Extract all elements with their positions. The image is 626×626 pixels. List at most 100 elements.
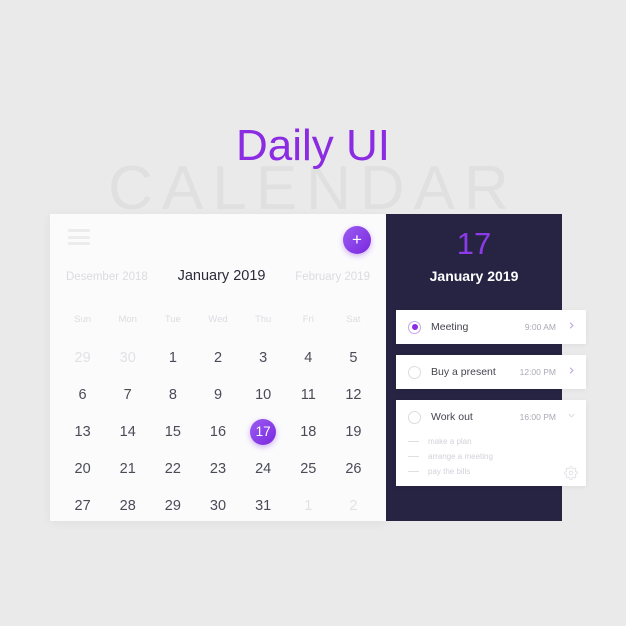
day-label: 28 xyxy=(119,497,136,514)
add-event-button[interactable]: + xyxy=(343,226,371,254)
day-cell-selected[interactable]: 17 xyxy=(241,413,286,450)
weekday-label-mon: Mon xyxy=(118,314,137,325)
day-cell[interactable]: 13 xyxy=(60,413,105,450)
day-cell[interactable]: 4 xyxy=(286,339,331,376)
day-cell[interactable]: 16 xyxy=(195,413,240,450)
day-cell[interactable]: 14 xyxy=(105,413,150,450)
detail-day-number: 17 xyxy=(456,226,492,261)
day-cell[interactable]: 29 xyxy=(150,487,195,524)
day-cell[interactable]: 7 xyxy=(105,376,150,413)
dash-icon xyxy=(408,441,419,442)
calendar-card: + Desember 2018 January 2019 February 20… xyxy=(50,214,386,521)
hamburger-line xyxy=(68,229,90,232)
subtask-label: make a plan xyxy=(428,437,472,446)
day-cell[interactable]: 2 xyxy=(331,487,376,524)
day-label: 22 xyxy=(164,460,181,477)
day-cell[interactable]: 6 xyxy=(60,376,105,413)
weekday-label-sat: Sat xyxy=(346,314,361,325)
day-label: 19 xyxy=(345,423,362,440)
weekday-header-row: Sun Mon Tue Wed Thu Fri Sat xyxy=(60,314,376,325)
event-card[interactable]: Work out 16:00 PM make a plan arrange a mee… xyxy=(396,400,586,486)
day-label: 1 xyxy=(304,497,313,514)
weekday-label-tue: Tue xyxy=(164,314,181,325)
day-cell[interactable]: 18 xyxy=(286,413,331,450)
event-row[interactable]: Work out 16:00 PM xyxy=(396,400,586,434)
day-cell[interactable]: 20 xyxy=(60,450,105,487)
subtask-item[interactable]: pay the bills xyxy=(408,464,586,479)
day-label: 6 xyxy=(78,386,87,403)
day-cell[interactable]: 30 xyxy=(195,487,240,524)
day-cell[interactable]: 3 xyxy=(241,339,286,376)
subtask-label: pay the bills xyxy=(428,467,471,476)
current-month-label: January 2019 xyxy=(177,268,266,284)
day-label: 13 xyxy=(74,423,91,440)
day-cell[interactable]: 22 xyxy=(150,450,195,487)
event-radio-unchecked[interactable] xyxy=(408,410,421,424)
day-cell[interactable]: 30 xyxy=(105,339,150,376)
subtask-list: make a plan arrange a meeting pay the bill… xyxy=(396,434,586,479)
day-cell[interactable]: 2 xyxy=(195,339,240,376)
chevron-right-icon[interactable] xyxy=(566,365,577,379)
day-cell[interactable]: 28 xyxy=(105,487,150,524)
chevron-down-icon[interactable] xyxy=(566,410,577,424)
hamburger-menu-icon[interactable] xyxy=(68,229,90,245)
day-label: 26 xyxy=(345,460,362,477)
day-cell[interactable]: 12 xyxy=(331,376,376,413)
day-label: 2 xyxy=(349,497,358,514)
event-time: 12:00 PM xyxy=(519,367,556,377)
day-label: 12 xyxy=(345,386,362,403)
event-radio-unchecked[interactable] xyxy=(408,365,421,379)
day-cell[interactable]: 5 xyxy=(331,339,376,376)
event-time: 16:00 PM xyxy=(519,412,556,422)
day-cell[interactable]: 31 xyxy=(241,487,286,524)
event-time: 9:00 AM xyxy=(524,322,556,332)
event-title: Buy a present xyxy=(431,366,496,378)
day-cell[interactable]: 19 xyxy=(331,413,376,450)
day-cell[interactable]: 21 xyxy=(105,450,150,487)
gear-icon[interactable] xyxy=(564,466,578,480)
event-radio-checked[interactable] xyxy=(408,320,421,334)
day-cell[interactable]: 9 xyxy=(195,376,240,413)
month-navigation: Desember 2018 January 2019 February 2019 xyxy=(50,268,386,284)
page-title: Daily UI xyxy=(235,121,391,171)
event-title: Meeting xyxy=(431,321,469,333)
day-cell[interactable]: 29 xyxy=(60,339,105,376)
selected-day-pill: 17 xyxy=(250,418,277,445)
subtask-item[interactable]: make a plan xyxy=(408,434,586,449)
day-cell[interactable]: 15 xyxy=(150,413,195,450)
day-label: 23 xyxy=(209,460,227,477)
day-cell[interactable]: 1 xyxy=(150,339,195,376)
event-row[interactable]: Buy a present 12:00 PM xyxy=(396,355,586,389)
prev-month-label[interactable]: Desember 2018 xyxy=(66,271,148,283)
day-cell[interactable]: 1 xyxy=(286,487,331,524)
weekday-label-thu: Thu xyxy=(254,314,272,325)
day-cell[interactable]: 27 xyxy=(60,487,105,524)
event-card[interactable]: Buy a present 12:00 PM xyxy=(396,355,586,389)
day-label: 8 xyxy=(168,386,177,403)
day-cell[interactable]: 23 xyxy=(195,450,240,487)
day-cell[interactable]: 11 xyxy=(286,376,331,413)
day-cell[interactable]: 25 xyxy=(286,450,331,487)
day-cell[interactable]: 26 xyxy=(331,450,376,487)
day-label: 29 xyxy=(164,497,181,514)
day-label: 18 xyxy=(300,423,317,440)
day-label: 21 xyxy=(119,460,136,477)
day-label: 24 xyxy=(255,460,272,477)
day-label: 4 xyxy=(304,349,313,366)
day-cell[interactable]: 10 xyxy=(241,376,286,413)
next-month-label[interactable]: February 2019 xyxy=(295,271,370,283)
day-cell[interactable]: 24 xyxy=(241,450,286,487)
day-label: 30 xyxy=(119,349,136,366)
detail-month-label: January 2019 xyxy=(429,268,519,284)
day-label: 31 xyxy=(255,497,272,514)
day-label: 7 xyxy=(123,386,132,403)
chevron-right-icon[interactable] xyxy=(566,320,577,334)
day-cell[interactable]: 8 xyxy=(150,376,195,413)
event-title: Work out xyxy=(431,411,473,423)
day-label: 3 xyxy=(259,349,268,366)
event-row[interactable]: Meeting 9:00 AM xyxy=(396,310,586,344)
subtask-item[interactable]: arrange a meeting xyxy=(408,449,586,464)
day-label: 25 xyxy=(300,460,317,477)
dash-icon xyxy=(408,471,419,472)
event-card[interactable]: Meeting 9:00 AM xyxy=(396,310,586,344)
